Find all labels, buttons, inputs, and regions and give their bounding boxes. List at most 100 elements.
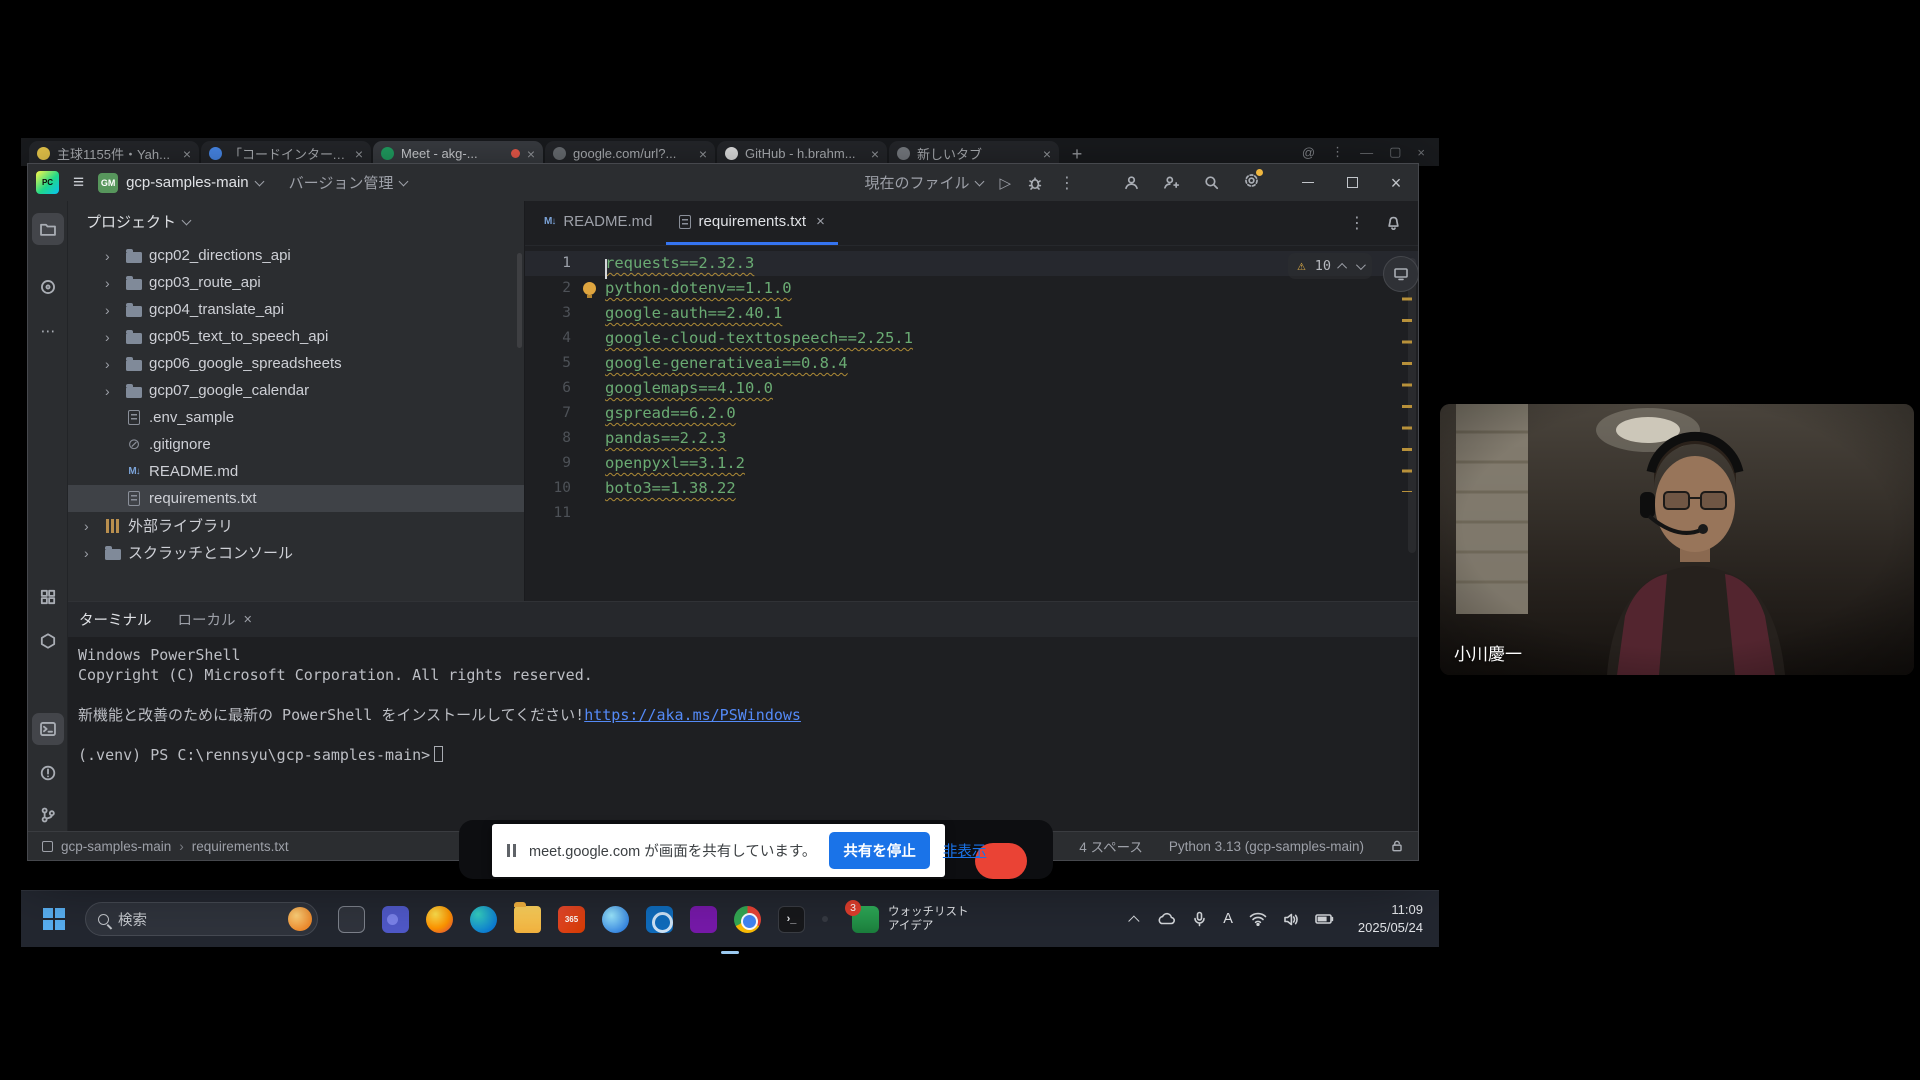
project-scrollbar[interactable] bbox=[517, 253, 522, 348]
add-user-icon[interactable] bbox=[1163, 174, 1180, 191]
desktop-app-icon[interactable] bbox=[338, 906, 365, 933]
services-icon[interactable] bbox=[32, 625, 64, 657]
tab-close-icon[interactable]: × bbox=[244, 612, 252, 628]
commit-tool-icon[interactable] bbox=[32, 271, 64, 303]
minimize-button[interactable] bbox=[1286, 164, 1330, 201]
participant-video-tile[interactable]: 小川慶一 bbox=[1440, 404, 1914, 675]
tree-item-requirements-selected[interactable]: requirements.txt bbox=[68, 485, 524, 512]
interpreter-widget[interactable]: Python 3.13 (gcp-samples-main) bbox=[1169, 839, 1364, 854]
tree-item-folder[interactable]: ›gcp02_directions_api bbox=[68, 242, 524, 269]
next-problem-icon[interactable] bbox=[1356, 260, 1366, 270]
tab-close-icon[interactable]: × bbox=[527, 146, 535, 162]
tree-item-folder[interactable]: ›gcp05_text_to_speech_api bbox=[68, 323, 524, 350]
widgets-taskbar-item[interactable]: 3 ウォッチリスト アイデア bbox=[852, 905, 969, 934]
onenote-icon[interactable] bbox=[690, 906, 717, 933]
firefox-icon[interactable] bbox=[426, 906, 453, 933]
tree-item-external-libraries[interactable]: ›外部ライブラリ bbox=[68, 512, 524, 539]
edge-icon[interactable] bbox=[470, 906, 497, 933]
editor-options-icon[interactable]: ⋮ bbox=[1349, 213, 1365, 233]
onedrive-cloud-icon[interactable] bbox=[1156, 911, 1176, 927]
tab-close-icon[interactable]: × bbox=[183, 146, 191, 162]
copilot-icon[interactable] bbox=[602, 906, 629, 933]
plugins-icon[interactable] bbox=[32, 581, 64, 613]
tree-item-folder[interactable]: ›gcp06_google_spreadsheets bbox=[68, 350, 524, 377]
profile-avatar-icon[interactable]: @ bbox=[1302, 145, 1315, 160]
browser-maximize-icon[interactable]: ▢ bbox=[1389, 144, 1401, 160]
terminal-tool-icon[interactable] bbox=[32, 713, 64, 745]
taskbar-clock[interactable]: 11:09 2025/05/24 bbox=[1358, 901, 1423, 936]
stop-sharing-button[interactable]: 共有を停止 bbox=[829, 832, 930, 869]
version-control-icon[interactable] bbox=[32, 799, 64, 831]
intention-bulb-icon[interactable] bbox=[583, 282, 596, 295]
notifications-bell-icon[interactable] bbox=[1385, 215, 1402, 232]
maximize-button[interactable] bbox=[1330, 164, 1374, 201]
taskbar-search[interactable]: 検索 bbox=[85, 902, 318, 936]
project-name[interactable]: gcp-samples-main bbox=[126, 174, 249, 191]
tree-item-gitignore[interactable]: ⊘.gitignore bbox=[68, 431, 524, 458]
inspection-widget[interactable]: ⚠ 10 bbox=[1288, 253, 1372, 279]
outlook-icon[interactable] bbox=[646, 906, 673, 933]
breadcrumb-project[interactable]: gcp-samples-main bbox=[61, 839, 171, 854]
tab-close-icon[interactable]: × bbox=[355, 146, 363, 162]
tree-item-file[interactable]: .env_sample bbox=[68, 404, 524, 431]
terminal-prompt-line[interactable]: (.venv) PS C:\rennsyu\gcp-samples-main> bbox=[78, 745, 1418, 765]
tab-close-icon[interactable]: × bbox=[816, 213, 825, 230]
tab-close-icon[interactable]: × bbox=[871, 146, 879, 162]
tab-close-icon[interactable]: × bbox=[1043, 146, 1051, 162]
weather-icon[interactable] bbox=[288, 907, 312, 931]
debug-icon[interactable] bbox=[1027, 175, 1043, 191]
terminal-session-tab[interactable]: ローカル × bbox=[178, 609, 252, 630]
powershell-update-link[interactable]: https://aka.ms/PSWindows bbox=[584, 706, 801, 724]
code-line: 7gspread==6.2.0 bbox=[525, 401, 1418, 426]
project-panel-header[interactable]: プロジェクト bbox=[68, 201, 524, 242]
volume-icon[interactable] bbox=[1283, 912, 1299, 927]
wifi-icon[interactable] bbox=[1249, 912, 1267, 926]
run-config-selector[interactable]: 現在のファイル bbox=[864, 172, 983, 193]
status-breadcrumb[interactable]: gcp-samples-main › requirements.txt bbox=[42, 839, 289, 854]
close-button[interactable]: × bbox=[1374, 164, 1418, 201]
browser-menu-icon[interactable]: ⋮ bbox=[1331, 144, 1344, 160]
editor-tab-requirements[interactable]: requirements.txt × bbox=[666, 201, 838, 245]
start-button[interactable] bbox=[37, 902, 71, 936]
indent-widget[interactable]: 4 スペース bbox=[1079, 836, 1143, 856]
terminal-app-icon[interactable]: ›_ bbox=[778, 906, 805, 933]
tree-item-folder[interactable]: ›gcp07_google_calendar bbox=[68, 377, 524, 404]
screen-share-indicator-icon[interactable] bbox=[1383, 256, 1419, 292]
browser-close-icon[interactable]: × bbox=[1417, 145, 1425, 160]
tray-overflow-icon[interactable] bbox=[1128, 915, 1139, 926]
chrome-icon[interactable] bbox=[734, 906, 761, 933]
breadcrumb-file[interactable]: requirements.txt bbox=[192, 839, 289, 854]
editor-tab-readme[interactable]: M↓ README.md bbox=[531, 201, 666, 245]
tree-item-readme[interactable]: M↓README.md bbox=[68, 458, 524, 485]
lock-icon[interactable] bbox=[1390, 839, 1404, 853]
vcs-menu[interactable]: バージョン管理 bbox=[289, 172, 408, 193]
project-panel: プロジェクト ›gcp02_directions_api ›gcp03_rout… bbox=[68, 201, 525, 601]
settings-button[interactable] bbox=[1243, 172, 1260, 193]
battery-icon[interactable] bbox=[1315, 913, 1334, 925]
microphone-icon[interactable] bbox=[1192, 911, 1207, 927]
terminal-console[interactable]: Windows PowerShell Copyright (C) Microso… bbox=[68, 637, 1418, 831]
project-tool-icon[interactable] bbox=[32, 213, 64, 245]
run-button[interactable]: ▷ bbox=[999, 174, 1011, 192]
tree-item-folder[interactable]: ›gcp03_route_api bbox=[68, 269, 524, 296]
problems-icon[interactable] bbox=[32, 757, 64, 789]
more-tool-windows-icon[interactable]: ⋯ bbox=[32, 315, 64, 347]
main-menu-icon[interactable]: ≡ bbox=[73, 172, 84, 194]
terminal-tool-tab[interactable]: ターミナル bbox=[79, 609, 152, 630]
code-with-me-icon[interactable] bbox=[1123, 174, 1140, 191]
browser-minimize-icon[interactable]: — bbox=[1360, 145, 1373, 160]
tab-close-icon[interactable]: × bbox=[699, 146, 707, 162]
participant-video bbox=[1440, 404, 1914, 675]
microsoft-365-icon[interactable]: 365 bbox=[558, 906, 585, 933]
editor-area[interactable]: 1requests==2.32.3 2python-dotenv==1.1.0 … bbox=[525, 246, 1418, 601]
tree-item-scratches[interactable]: ›スクラッチとコンソール bbox=[68, 539, 524, 566]
more-run-options-icon[interactable]: ⋮ bbox=[1059, 173, 1075, 193]
search-everywhere-icon[interactable] bbox=[1203, 174, 1220, 191]
prev-problem-icon[interactable] bbox=[1337, 262, 1347, 272]
teams-icon[interactable] bbox=[382, 906, 409, 933]
hide-banner-link[interactable]: 非表示 bbox=[943, 840, 987, 861]
pycharm-taskbar-item-active[interactable] bbox=[822, 916, 828, 922]
file-explorer-icon[interactable] bbox=[514, 906, 541, 933]
tree-item-folder[interactable]: ›gcp04_translate_api bbox=[68, 296, 524, 323]
ime-mode-indicator[interactable]: A bbox=[1223, 911, 1233, 927]
